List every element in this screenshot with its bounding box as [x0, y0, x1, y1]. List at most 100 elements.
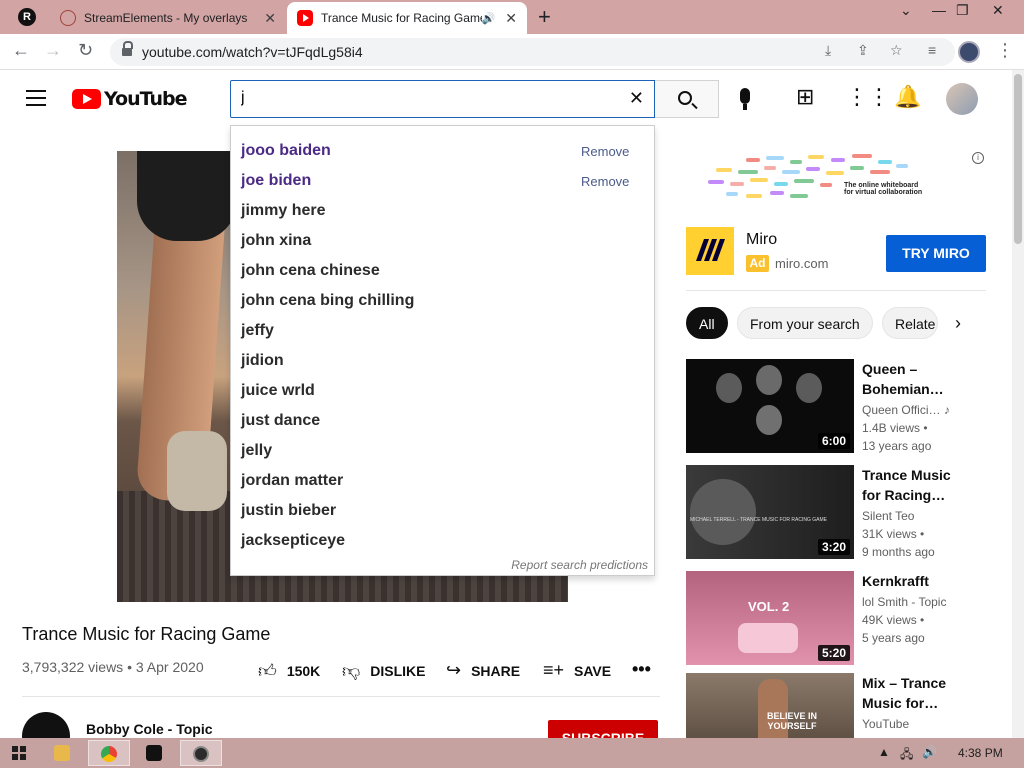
roblox-logo-icon[interactable]: R — [18, 8, 36, 26]
chip-from-your-search[interactable]: From your search — [737, 307, 873, 339]
chevron-right-icon[interactable]: › — [955, 313, 961, 334]
report-search-predictions-link[interactable]: Report search predictions — [511, 558, 648, 572]
like-button[interactable]: 👍︎ 150K — [258, 660, 320, 682]
channel-name[interactable]: Silent Teo — [862, 509, 914, 523]
network-icon[interactable]: 🖧 — [900, 745, 913, 766]
account-avatar[interactable] — [946, 83, 978, 115]
reload-icon[interactable]: ↻ — [78, 40, 93, 61]
youtube-logo[interactable]: YouTube — [72, 88, 187, 110]
suggestion-item[interactable]: just dance — [241, 412, 320, 430]
omnibox[interactable]: youtube.com/watch?v=tJFqdLg58i4 ⤓ ⇪ ☆ ≡ — [110, 38, 955, 66]
suggestion-item[interactable]: jacksepticeye — [241, 532, 345, 550]
forward-arrow-icon[interactable]: → — [44, 40, 62, 61]
page-scrollbar[interactable] — [1012, 70, 1024, 738]
tab-youtube-active[interactable]: Trance Music for Racing Game 🔊 ✕ — [287, 2, 527, 34]
ad-info-icon[interactable]: i — [972, 152, 984, 164]
chip-related[interactable]: Relate — [882, 307, 938, 339]
create-video-icon[interactable]: ⊞ — [796, 84, 814, 110]
suggestion-item[interactable]: justin bieber — [241, 502, 336, 520]
window-close-icon[interactable]: ✕ — [992, 2, 1004, 19]
suggestion-item[interactable]: jidion — [241, 352, 284, 370]
miro-logo-icon[interactable] — [686, 227, 734, 275]
taskbar-obs[interactable] — [180, 740, 222, 766]
video-thumbnail[interactable]: MICHAEL TERRELL - TRANCE MUSIC FOR RACIN… — [686, 465, 854, 559]
search-input[interactable] — [241, 89, 621, 107]
save-button[interactable]: ≡+ SAVE — [543, 660, 611, 681]
search-box[interactable]: ✕ — [230, 80, 655, 118]
tab-close-icon[interactable]: ✕ — [264, 10, 276, 27]
windows-start-icon[interactable] — [12, 746, 26, 760]
video-thumbnail[interactable]: VOL. 2 5:20 — [686, 571, 854, 665]
chip-all[interactable]: All — [686, 307, 728, 339]
bookmark-star-icon[interactable]: ☆ — [890, 42, 903, 59]
suggestion-item[interactable]: john xina — [241, 232, 311, 250]
ad-graphic — [794, 179, 814, 183]
recommendation-item[interactable]: VOL. 2 5:20 Kernkrafft lol Smith - Topic… — [686, 571, 986, 665]
browser-menu-icon[interactable]: ⋮ — [996, 40, 1014, 61]
suggestion-item[interactable]: john cena bing chilling — [241, 292, 414, 310]
taskbar-app[interactable] — [134, 740, 176, 766]
search-icon — [678, 91, 692, 105]
channel-name[interactable]: YouTube — [862, 717, 909, 731]
suggestion-item[interactable]: john cena chinese — [241, 262, 380, 280]
ad-graphic — [831, 158, 845, 162]
tab-search-chevron-icon[interactable]: ⌄ — [900, 2, 912, 19]
suggestion-item[interactable]: juice wrld — [241, 382, 315, 400]
more-actions-icon[interactable]: ••• — [632, 659, 651, 680]
install-app-icon[interactable]: ⤓ — [825, 42, 831, 59]
tab-streamelements[interactable]: StreamElements - My overlays ✕ — [50, 2, 286, 34]
tray-chevron-icon[interactable]: ▲ — [878, 745, 890, 759]
hamburger-menu-icon[interactable] — [26, 90, 46, 106]
meta-separator: • — [127, 659, 136, 675]
notifications-bell-icon[interactable]: 🔔 — [894, 84, 921, 110]
back-arrow-icon[interactable]: ← — [12, 40, 30, 61]
tab-close-icon[interactable]: ✕ — [505, 10, 517, 27]
suggestion-item[interactable]: joe biden — [241, 172, 311, 190]
try-miro-button[interactable]: TRY MIRO — [886, 235, 986, 272]
media-queue-icon[interactable]: ≡ — [928, 42, 936, 58]
browser-profile-avatar[interactable] — [958, 41, 980, 63]
view-count: 3,793,322 views — [22, 659, 124, 675]
video-title[interactable]: Queen – Bohemian… — [862, 359, 962, 399]
clear-search-icon[interactable]: ✕ — [629, 88, 644, 109]
channel-name[interactable]: Queen Offici… ♪ — [862, 403, 950, 417]
channel-name[interactable]: Bobby Cole - Topic — [86, 721, 213, 737]
minimize-icon[interactable]: — — [932, 2, 946, 18]
share-label: SHARE — [471, 662, 521, 679]
scrollbar-thumb[interactable] — [1014, 74, 1022, 244]
apps-grid-icon[interactable]: ⋮⋮ — [846, 84, 890, 110]
recommendation-item[interactable]: 6:00 Queen – Bohemian… Queen Offici… ♪ 1… — [686, 359, 986, 453]
taskbar-chrome[interactable] — [88, 740, 130, 766]
thumbnail-face — [756, 365, 782, 395]
video-title[interactable]: Kernkrafft — [862, 571, 962, 591]
search-button[interactable] — [655, 80, 719, 118]
remove-suggestion-link[interactable]: Remove — [581, 144, 629, 159]
channel-name[interactable]: lol Smith - Topic — [862, 595, 946, 609]
recommendation-item[interactable]: BELIEVE IN YOURSELF Mix – Trance Music f… — [686, 673, 986, 738]
microphone-icon[interactable] — [740, 88, 750, 110]
taskbar-file-explorer[interactable] — [42, 740, 84, 766]
video-title[interactable]: Mix – Trance Music for… — [862, 673, 962, 713]
recommendation-item[interactable]: MICHAEL TERRELL - TRANCE MUSIC FOR RACIN… — [686, 465, 986, 559]
dislike-button[interactable]: 👎︎ DISLIKE — [342, 660, 426, 682]
ad-banner-image[interactable]: The online whiteboard for virtual collab… — [686, 152, 986, 200]
volume-icon[interactable]: 🔊 — [922, 745, 937, 759]
video-thumbnail[interactable]: BELIEVE IN YOURSELF — [686, 673, 854, 738]
search-suggestions-dropdown: jooo baiden Remove joe biden Remove jimm… — [230, 125, 655, 576]
suggestion-item[interactable]: jelly — [241, 442, 272, 460]
ad-graphic — [746, 194, 762, 198]
suggestion-item[interactable]: jeffy — [241, 322, 274, 340]
remove-suggestion-link[interactable]: Remove — [581, 174, 629, 189]
share-icon[interactable]: ⇪ — [857, 42, 869, 59]
suggestion-item[interactable]: jimmy here — [241, 202, 325, 220]
new-tab-plus-icon[interactable]: + — [538, 4, 551, 30]
share-button[interactable]: ↪ SHARE — [446, 660, 520, 681]
system-clock[interactable]: 4:38 PM — [958, 746, 1003, 760]
video-title[interactable]: Trance Music for Racing… — [862, 465, 962, 505]
restore-icon[interactable]: ❐ — [956, 2, 969, 19]
speaker-icon[interactable]: 🔊 — [482, 12, 496, 25]
suggestion-item[interactable]: jordan matter — [241, 472, 343, 490]
video-thumbnail[interactable]: 6:00 — [686, 359, 854, 453]
lock-icon[interactable] — [122, 41, 133, 57]
suggestion-item[interactable]: jooo baiden — [241, 142, 331, 160]
